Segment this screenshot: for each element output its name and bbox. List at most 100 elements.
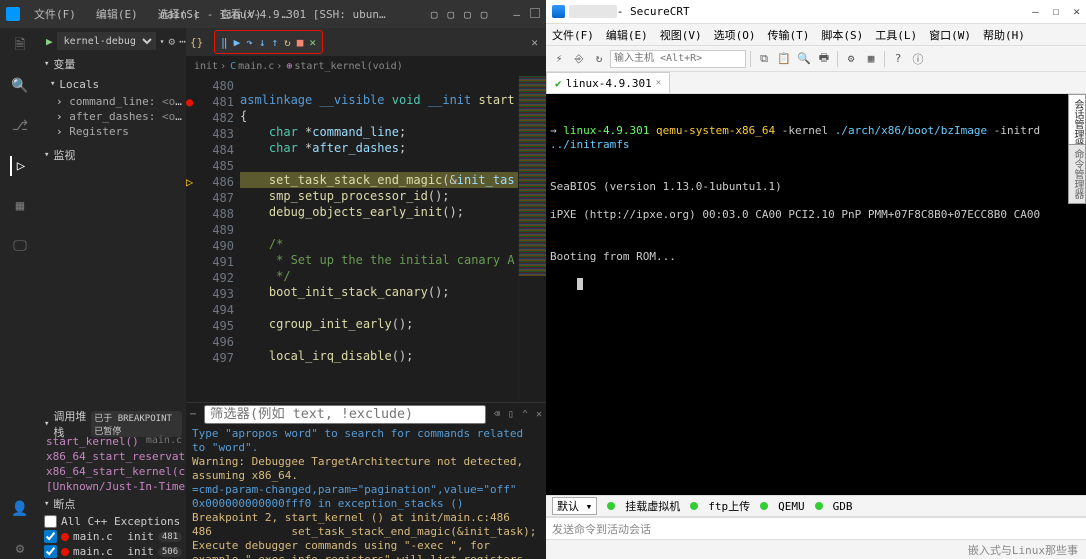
about-icon[interactable]: ⓘ (909, 50, 927, 68)
more-icon[interactable]: ⋯ (179, 35, 186, 48)
section-watch[interactable]: ▾监视 (40, 145, 186, 165)
local-command-line[interactable]: › command_line: <optimiz… (40, 94, 186, 109)
menu-view[interactable]: 视图(V) (660, 27, 702, 43)
local-after-dashes[interactable]: › after_dashes: <optimiz… (40, 109, 186, 124)
global-opt-icon[interactable]: ▦ (862, 50, 880, 68)
scm-icon[interactable]: ⎇ (10, 116, 30, 136)
bp-checkbox[interactable] (44, 515, 57, 528)
clear-icon[interactable]: ⌫ (494, 409, 500, 420)
continue-icon[interactable]: ▶ (234, 36, 241, 49)
step-out-icon[interactable]: ↑ (272, 36, 279, 49)
menu-file[interactable]: 文件(F) (552, 27, 594, 43)
bc-symbol[interactable]: ⊕ start_kernel(void) (286, 61, 402, 72)
session-opt-icon[interactable]: ⚙ (842, 50, 860, 68)
remote-icon[interactable]: 🖵 (10, 236, 30, 256)
menu-file[interactable]: 文件(F) (28, 4, 82, 24)
menu-edit[interactable]: 编辑(E) (606, 27, 648, 43)
print-icon[interactable]: 🖶 (815, 50, 833, 68)
stack-frame[interactable]: start_kernel()main.c (40, 434, 186, 449)
window-close-icon[interactable]: ✕ (1073, 5, 1080, 18)
step-over-icon[interactable]: ↷ (246, 36, 253, 49)
window-max-icon[interactable]: ☐ (1053, 5, 1060, 18)
session-tab[interactable]: ✔ linux-4.9.301 ✕ (546, 72, 670, 93)
panel-split-icon[interactable]: ▯ (508, 409, 514, 420)
layout-panel-icon[interactable]: ▢ (448, 8, 455, 21)
window-max-icon[interactable] (530, 8, 540, 18)
gear-icon[interactable]: ⚙ (10, 539, 30, 559)
explorer-icon[interactable]: 🗎 (10, 36, 30, 56)
step-into-icon[interactable]: ↓ (259, 36, 266, 49)
crt-command-bar[interactable]: 发送命令到活动会话 (546, 517, 1086, 539)
bp-row[interactable]: main.c init481 (40, 529, 186, 544)
bc-file[interactable]: C main.c › (230, 61, 282, 72)
menu-help[interactable]: 帮助(H) (983, 27, 1025, 43)
panel-max-icon[interactable]: ⌃ (522, 409, 528, 420)
status-item[interactable]: 挂载虚拟机 (625, 498, 680, 514)
status-dot-icon (690, 502, 698, 510)
stack-frame[interactable]: x86_64_start_kernel(char (40, 464, 186, 479)
window-min-icon[interactable]: — (513, 8, 520, 21)
section-variables[interactable]: ▾变量 (40, 54, 186, 74)
panel-more-icon[interactable]: ⋯ (190, 409, 196, 420)
debug-icon[interactable]: ▷ (10, 156, 30, 176)
console-filter-input[interactable] (204, 405, 486, 424)
bp-row[interactable]: main.c init506 (40, 544, 186, 559)
menu-edit[interactable]: 编辑(E) (90, 4, 144, 24)
menu-script[interactable]: 脚本(S) (821, 27, 863, 43)
menu-options[interactable]: 选项(O) (714, 27, 756, 43)
layout-sidebar-icon[interactable]: ▢ (431, 8, 438, 21)
quick-connect-icon[interactable]: ⎆ (570, 50, 588, 68)
stack-frame[interactable]: [Unknown/Just-In-Time co… (40, 479, 186, 494)
status-item[interactable]: ftp上传 (708, 498, 750, 514)
menu-tools[interactable]: 工具(L) (875, 27, 917, 43)
window-min-icon[interactable]: — (1032, 5, 1039, 18)
minimap[interactable] (518, 76, 546, 402)
status-item[interactable]: GDB (833, 500, 853, 513)
layout-right-icon[interactable]: ▢ (464, 8, 471, 21)
debug-config-select[interactable]: kernel-debug (57, 32, 156, 50)
bc-folder[interactable]: init › (194, 61, 226, 72)
account-icon[interactable]: 👤 (10, 499, 30, 519)
side-tab-cmd-mgr[interactable]: 命令管理器 (1068, 144, 1086, 204)
close-tab-icon[interactable]: ✕ (523, 28, 546, 56)
host-input[interactable] (610, 50, 746, 68)
extensions-icon[interactable]: ▦ (10, 196, 30, 216)
chevron-down-icon[interactable]: ▾ (160, 37, 165, 46)
section-callstack[interactable]: ▾调用堆栈已于 BREAKPOINT 已暂停 (40, 414, 186, 434)
vscode-titlebar: 文件(F) 编辑(E) 选择(S) 查看(V) … main.c - linux… (0, 0, 546, 28)
section-locals[interactable]: ▾Locals (40, 74, 186, 94)
debug-console-icon[interactable]: ✕ (309, 36, 316, 49)
restart-icon[interactable]: ↻ (284, 36, 291, 49)
code-editor[interactable]: ● ▷ 480481482483484485486487488489490491… (186, 76, 546, 402)
status-default-button[interactable]: 默认 ▾ (552, 497, 597, 515)
section-breakpoints[interactable]: ▾断点 (40, 494, 186, 514)
bp-all-cpp[interactable]: All C++ Exceptions (40, 514, 186, 529)
local-registers[interactable]: › Registers (40, 124, 186, 139)
activity-bar: 🗎 🔍 ⎇ ▷ ▦ 🖵 👤 ⚙ (0, 28, 40, 559)
bp-checkbox[interactable] (44, 545, 57, 558)
menu-window[interactable]: 窗口(W) (929, 27, 971, 43)
copy-icon[interactable]: ⧉ (755, 50, 773, 68)
debug-console: ⋯ ⌫ ▯ ⌃ ✕ Type "apropos word" to search … (186, 402, 546, 559)
bp-checkbox[interactable] (44, 530, 57, 543)
pause-icon[interactable]: ‖ (221, 36, 228, 49)
search-icon[interactable]: 🔍 (10, 76, 30, 96)
crt-footer: 嵌入式与Linux那些事 (546, 539, 1086, 559)
panel-close-icon[interactable]: ✕ (536, 409, 542, 420)
find-icon[interactable]: 🔍 (795, 50, 813, 68)
layout-full-icon[interactable]: ▢ (481, 8, 488, 21)
stack-frame[interactable]: x86_64_start_reservations (40, 449, 186, 464)
debug-settings-icon[interactable]: ⚙ (168, 35, 175, 48)
stop-icon[interactable]: ■ (297, 36, 304, 49)
vscode-window: 文件(F) 编辑(E) 选择(S) 查看(V) … main.c - linux… (0, 0, 546, 559)
start-debug-icon[interactable]: ▶ (46, 35, 53, 48)
breadcrumb: init › C main.c › ⊕ start_kernel(void) (186, 56, 546, 76)
reconnect-icon[interactable]: ↻ (590, 50, 608, 68)
help-icon[interactable]: ? (889, 50, 907, 68)
paste-icon[interactable]: 📋 (775, 50, 793, 68)
terminal[interactable]: → linux-4.9.301 qemu-system-x86_64 -kern… (546, 94, 1086, 495)
status-item[interactable]: QEMU (778, 500, 805, 513)
close-tab-icon[interactable]: ✕ (656, 78, 661, 88)
menu-transfer[interactable]: 传输(T) (768, 27, 810, 43)
connect-icon[interactable]: ⚡ (550, 50, 568, 68)
